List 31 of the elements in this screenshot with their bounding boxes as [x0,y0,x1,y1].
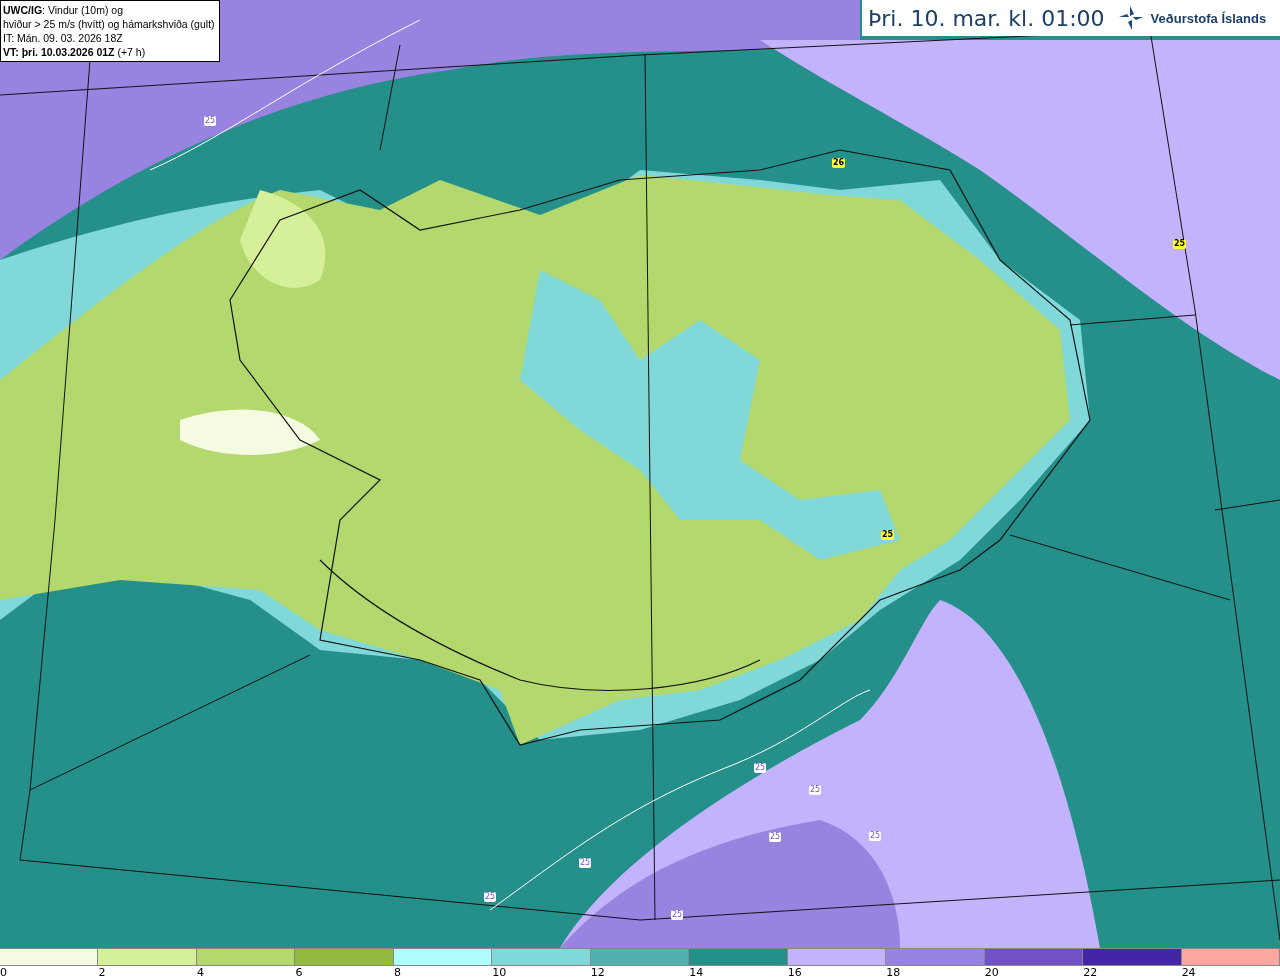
logo-icon [1118,6,1143,30]
logo-text: Veðurstofa Íslands [1150,10,1267,26]
product-line: UWC/IG: Vindur (10m) og [3,3,124,17]
max-gust-label: 25 [881,530,895,540]
gust-label: 25 [579,858,592,868]
forecast-time-title: Þri. 10. mar. kl. 01:00 [868,5,1105,31]
legend-tick-label: 20 [984,966,999,978]
legend-tick-label: 4 [196,966,204,978]
legend-tick-label: 0 [0,966,7,978]
gust-label: 25 [809,785,822,795]
description-line: hviður > 25 m/s (hvítt) og hámarkshviða (gult) [3,17,215,31]
legend-tick-label: 12 [590,966,605,978]
initial-time: IT: Mán. 09. 03. 2026 18Z [3,31,124,45]
gust-label: 25 [769,832,782,842]
gust-label: 25 [484,892,497,902]
max-gust-label: 25 [1173,239,1187,249]
legend-tick-label: 22 [1083,966,1098,978]
legend-tick-label: 24 [1181,966,1196,978]
legend-tick-label: 2 [98,966,106,978]
valid-time: VT: þri. 10.03.2026 01Z (+7 h) [3,45,147,59]
gust-label: 25 [204,116,217,126]
legend-tick-label: 14 [689,966,704,978]
legend-tick-label: 18 [886,966,901,978]
gust-label: 25 [869,831,882,841]
legend-tick-label: 8 [393,966,401,978]
legend-tick-label: 16 [787,966,802,978]
gust-label: 25 [754,763,767,773]
legend-tick-label: 6 [295,966,303,978]
legend-tick-label: 10 [492,966,507,978]
max-gust-label: 26 [832,158,846,168]
gust-label: 25 [671,910,684,920]
